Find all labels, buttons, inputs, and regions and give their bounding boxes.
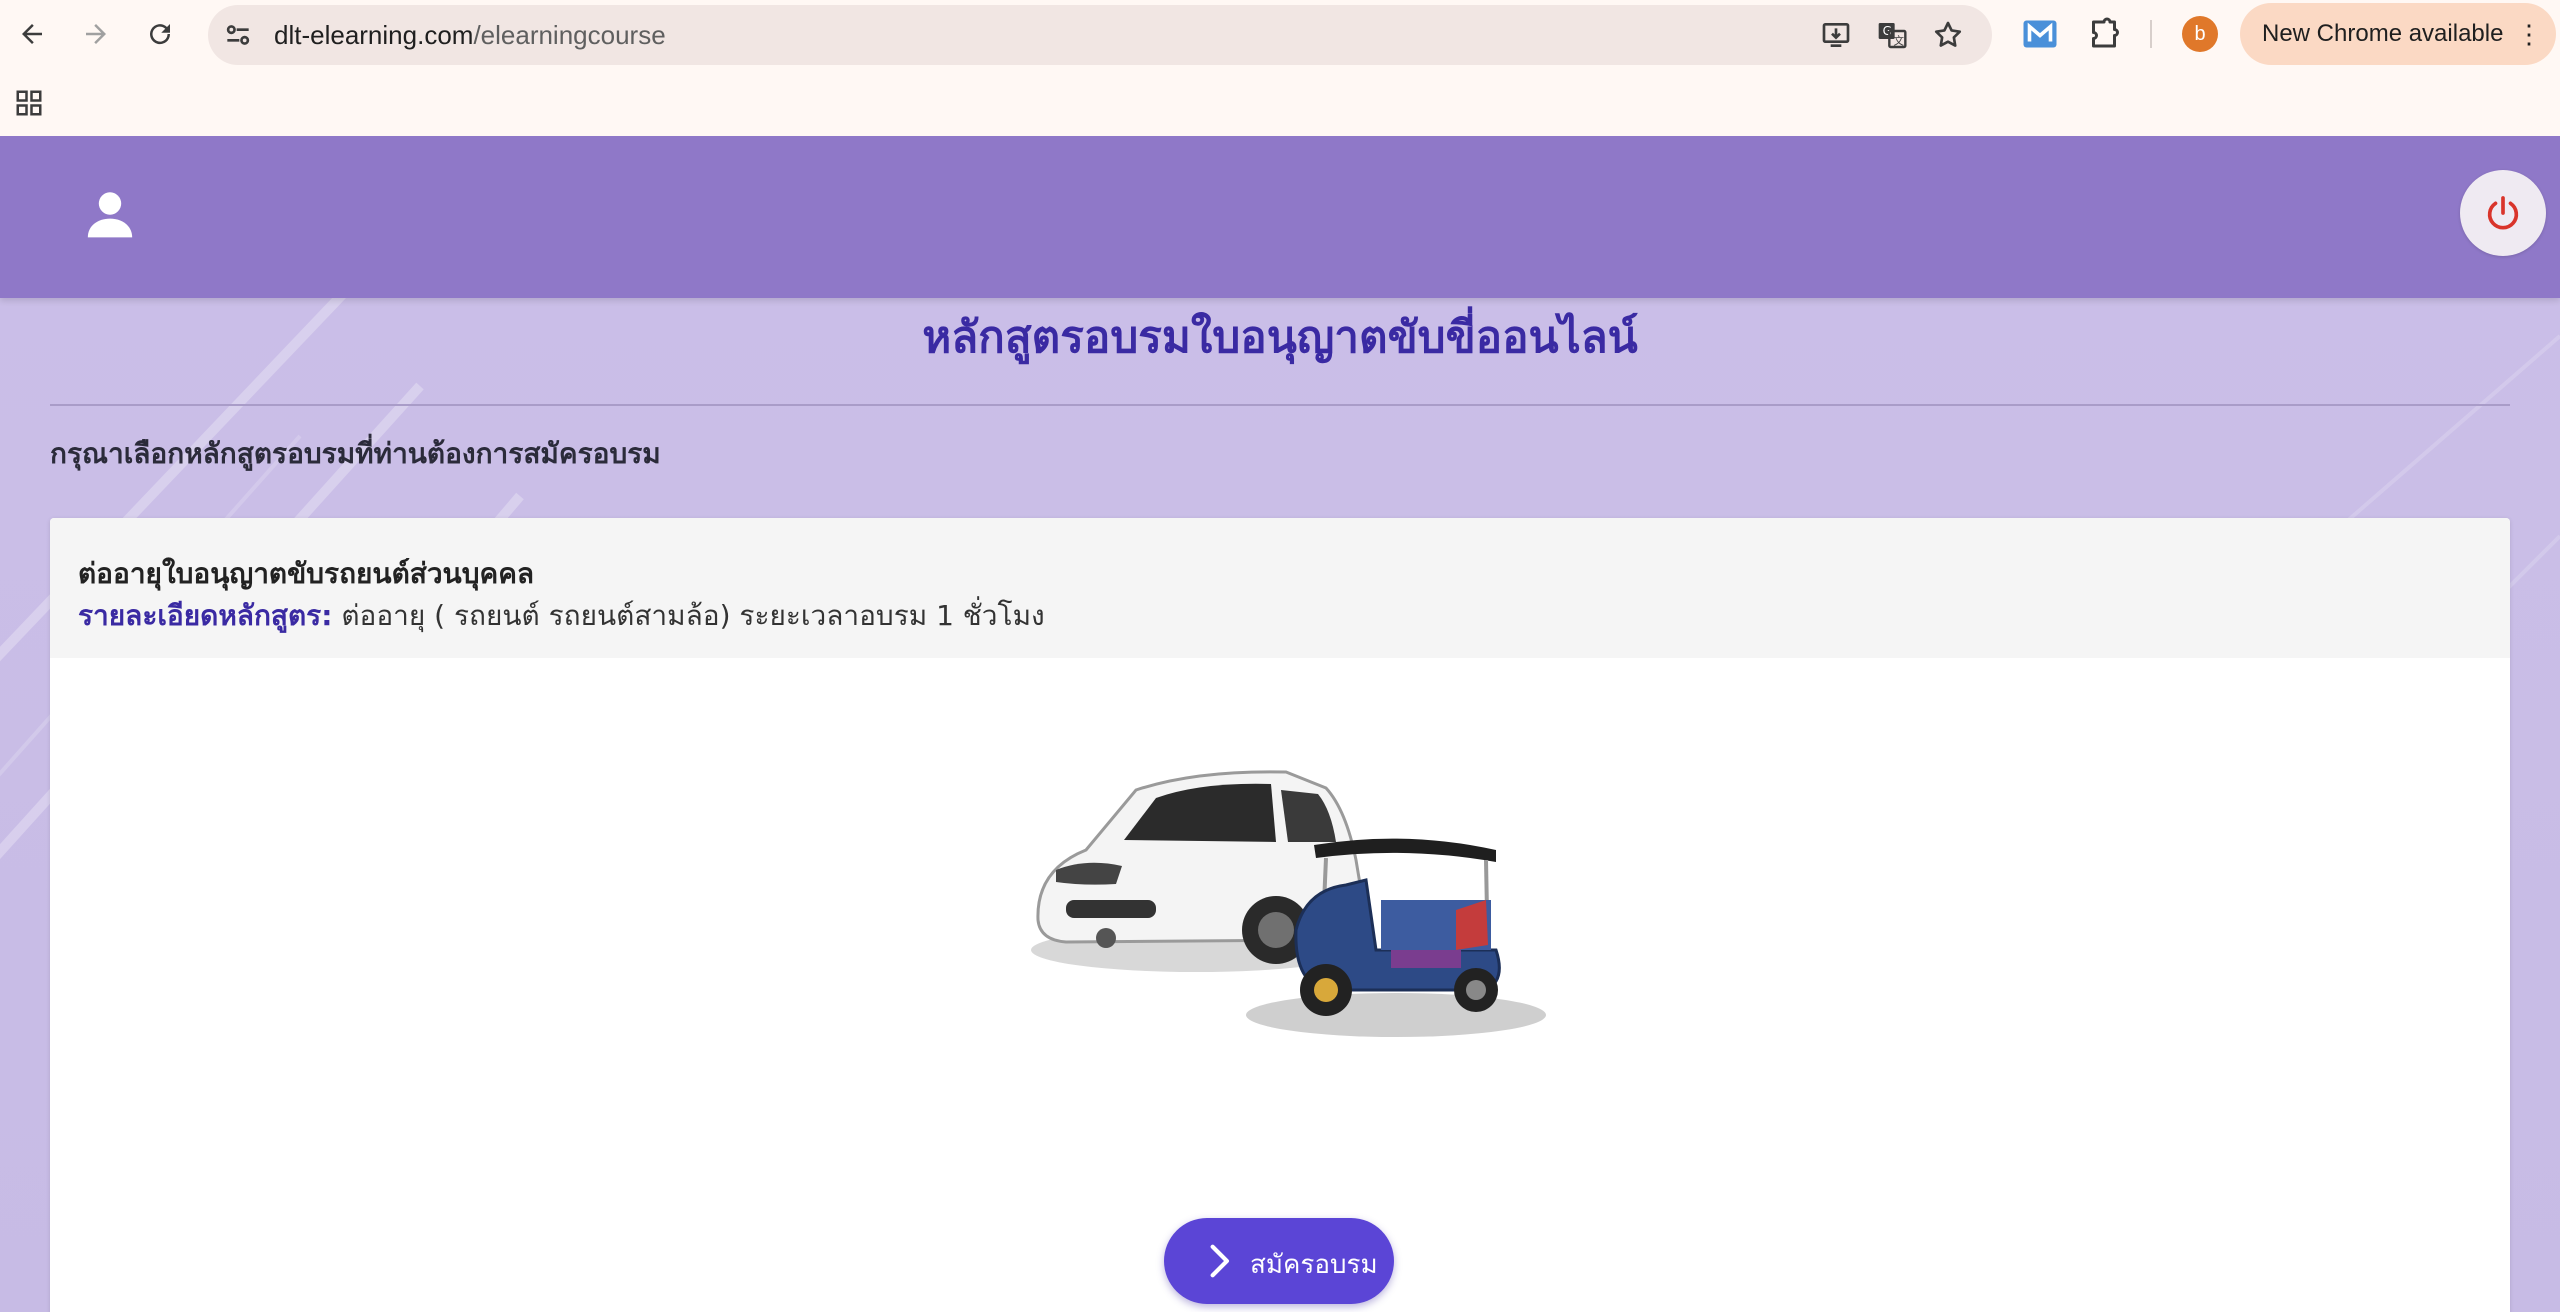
course-card: ต่ออายุใบอนุญาตขับรถยนต์ส่วนบุคคล รายละเ… — [50, 518, 2510, 1312]
profile-avatar[interactable]: b — [2182, 16, 2218, 52]
instruction-text: กรุณาเลือกหลักสูตรอบรมที่ท่านต้องการสมัค… — [50, 437, 661, 470]
url-host: dlt-elearning.com — [274, 20, 474, 50]
course-detail: รายละเอียดหลักสูตร: ต่ออายุ ( รถยนต์ รถย… — [78, 594, 1045, 638]
kebab-menu-icon[interactable]: ⋮ — [2516, 19, 2542, 49]
update-label: New Chrome available — [2262, 20, 2504, 47]
title-divider — [50, 404, 2510, 406]
power-icon — [2487, 196, 2519, 230]
page-title: หลักสูตรอบรมใบอนุญาตขับขี่ออนไลน์ — [922, 312, 1638, 363]
url-path: /elearningcourse — [473, 20, 666, 50]
arrow-right-icon — [86, 24, 106, 44]
url-text: dlt-elearning.com/elearningcourse — [274, 5, 666, 65]
course-card-header: ต่ออายุใบอนุญาตขับรถยนต์ส่วนบุคคล รายละเ… — [50, 518, 2510, 658]
course-detail-label: รายละเอียดหลักสูตร: — [78, 599, 333, 632]
user-icon[interactable] — [82, 186, 138, 242]
course-detail-text: ต่ออายุ ( รถยนต์ รถยนต์สามล้อ) ระยะเวลาอ… — [332, 599, 1045, 632]
site-settings-icon[interactable] — [222, 19, 254, 51]
chevron-right-icon — [1210, 1244, 1229, 1278]
back-button[interactable] — [8, 10, 56, 58]
arrow-left-icon — [22, 24, 42, 44]
reload-icon — [150, 24, 171, 45]
svg-text:文: 文 — [1893, 34, 1904, 47]
new-chrome-available-button[interactable]: New Chrome available ⋮ — [2240, 3, 2556, 65]
bookmark-bar — [0, 68, 2560, 136]
forward-button[interactable] — [72, 10, 120, 58]
toolbar-divider — [2150, 20, 2152, 48]
bookmark-star-icon[interactable] — [1932, 19, 1964, 51]
install-app-icon[interactable] — [1820, 19, 1852, 51]
enroll-button[interactable]: สมัครอบรม — [1164, 1218, 1394, 1304]
car-and-tuktuk-illustration — [1031, 770, 1546, 1037]
browser-toolbar: dlt-elearning.com/elearningcourse G 文 b … — [0, 0, 2560, 68]
course-name: ต่ออายุใบอนุญาตขับรถยนต์ส่วนบุคคล — [78, 557, 535, 590]
address-bar[interactable]: dlt-elearning.com/elearningcourse G 文 — [208, 5, 1992, 65]
logout-button[interactable] — [2460, 170, 2546, 256]
reload-button[interactable] — [136, 10, 184, 58]
translate-icon[interactable]: G 文 — [1876, 19, 1908, 51]
app-header — [0, 136, 2560, 298]
extensions-puzzle-icon[interactable] — [2086, 16, 2122, 52]
extension-m-icon[interactable] — [2022, 16, 2058, 52]
apps-grid-icon[interactable] — [14, 88, 44, 118]
enroll-button-label: สมัครอบรม — [1250, 1250, 1378, 1280]
page-content: หลักสูตรอบรมใบอนุญาตขับขี่ออนไลน์ กรุณาเ… — [0, 136, 2560, 1312]
